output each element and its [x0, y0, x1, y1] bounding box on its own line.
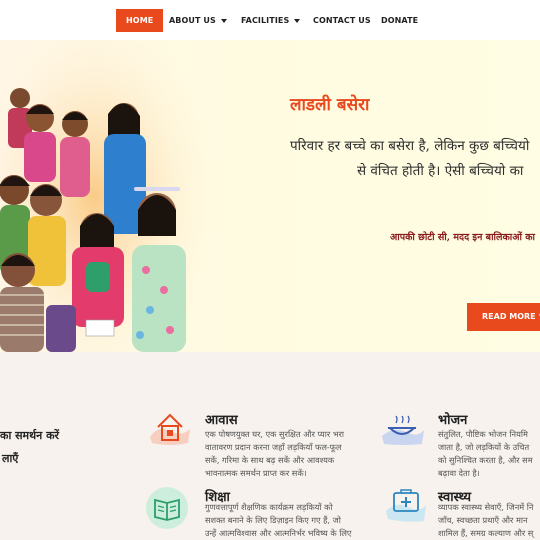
service-desc-housing-line4: भावनात्मक समर्थन प्राप्त कर सकें।: [205, 468, 307, 478]
nav-about-us-label: ABOUT US: [169, 16, 216, 25]
nav-facilities[interactable]: FACILITIES: [241, 9, 301, 32]
chevron-down-icon: [294, 18, 301, 23]
book-icon: [146, 487, 188, 529]
hero-description-line1: परिवार हर बच्चे का बसेरा है, लेकिन कुछ ब…: [290, 138, 530, 154]
support-heading-line2: लाएँ: [2, 452, 19, 465]
service-desc-food: संतुलित, पौष्टिक भोजन नियमि जाता है, जो …: [438, 428, 533, 480]
service-desc-housing-line3: सकें, गरिमा के साथ बढ़ सकें और आवश्यक: [205, 455, 335, 465]
hero-banner: लाडली बसेरा परिवार हर बच्चे का बसेरा है,…: [0, 40, 540, 352]
chevron-down-icon: [220, 18, 227, 23]
hero-subtext: आपकी छोटी सी, मदद इन बालिकाओं का: [390, 232, 535, 243]
service-desc-food-line4: बढ़ावा देता है।: [438, 468, 480, 478]
house-icon: [150, 413, 190, 445]
service-desc-health: व्यापक स्वास्थ्य सेवाएँ, जिनमें नि जाँच,…: [438, 501, 533, 540]
first-aid-icon: [386, 489, 426, 522]
service-desc-health-line2: जाँच, स्वच्छता प्रथाएँ और मान: [438, 515, 528, 525]
read-more-button[interactable]: READ MORE♥: [467, 303, 540, 331]
service-desc-education-line1: गुणवत्तापूर्ण शैक्षणिक कार्यक्रम लड़कियो…: [205, 502, 333, 512]
service-desc-housing-line2: वातावरण प्रदान करना जहाँ लड़कियाँ फल-फूल: [205, 442, 342, 452]
read-more-label: READ MORE: [482, 312, 536, 321]
food-bowl-icon: [382, 415, 424, 445]
support-heading-line1: का समर्थन करें: [0, 429, 60, 442]
nav-donate[interactable]: DONATE: [381, 9, 418, 32]
nav-facilities-label: FACILITIES: [241, 16, 290, 25]
service-desc-food-line2: जाता है, जो लड़कियों के उचित: [438, 442, 530, 452]
nav-home-label: HOME: [126, 16, 154, 25]
service-desc-education-line2: सशक्त बनाने के लिए डिज़ाइन किए गए हैं, ज…: [205, 515, 341, 525]
service-desc-food-line1: संतुलित, पौष्टिक भोजन नियमि: [438, 429, 528, 439]
service-title-housing: आवास: [205, 413, 238, 428]
service-desc-education-line3: उन्हें आत्मविश्वास और आत्मनिर्भर भविष्य …: [205, 528, 352, 538]
service-desc-health-line3: शामिल हैं, समग्र कल्याण और स्: [438, 528, 534, 538]
children-group-photo: [0, 40, 210, 352]
nav-contact-us[interactable]: CONTACT US: [313, 9, 371, 32]
top-navbar: HOME ABOUT US FACILITIES CONTACT US DONA…: [0, 0, 540, 40]
service-desc-food-line3: को सुनिश्चित करता है, और सम: [438, 455, 533, 465]
nav-home[interactable]: HOME: [116, 9, 164, 32]
hero-description: परिवार हर बच्चे का बसेरा है, लेकिन कुछ ब…: [290, 134, 529, 184]
service-desc-education: गुणवत्तापूर्ण शैक्षणिक कार्यक्रम लड़कियो…: [205, 501, 351, 540]
service-desc-housing: एक पोषणयुक्त घर, एक सुरक्षित और प्यार भर…: [205, 428, 344, 480]
nav-about-us[interactable]: ABOUT US: [169, 9, 227, 32]
service-desc-health-line1: व्यापक स्वास्थ्य सेवाएँ, जिनमें नि: [438, 502, 534, 512]
service-desc-housing-line1: एक पोषणयुक्त घर, एक सुरक्षित और प्यार भर…: [205, 429, 345, 439]
nav-contact-us-label: CONTACT US: [313, 16, 371, 25]
hero-title: लाडली बसेरा: [290, 95, 370, 115]
hero-description-line2: से वंचित होती है। ऐसी बच्चियो का: [357, 163, 524, 179]
service-title-food: भोजन: [438, 413, 468, 428]
nav-donate-label: DONATE: [381, 16, 419, 25]
